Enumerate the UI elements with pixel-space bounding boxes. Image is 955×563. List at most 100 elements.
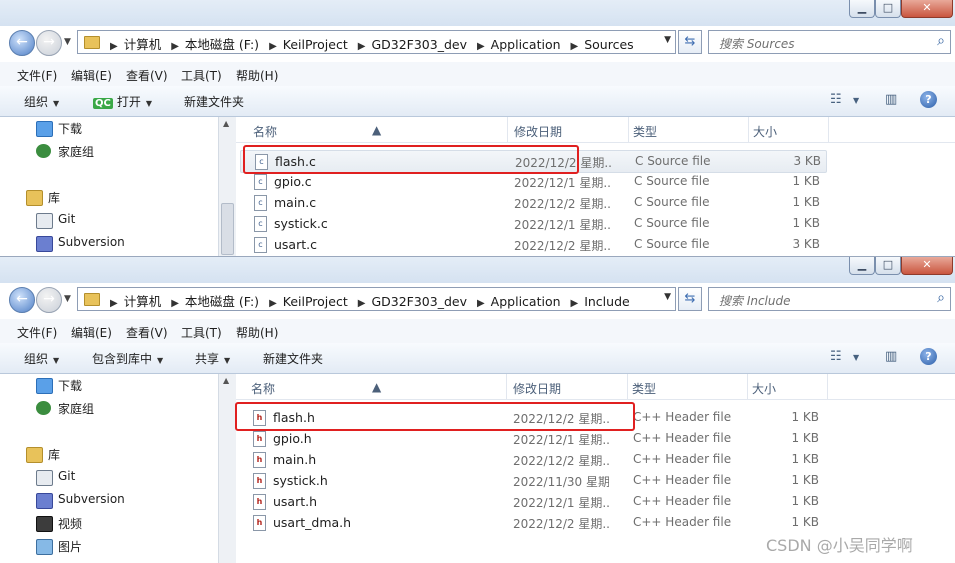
maximize-button[interactable]: □ [875, 0, 901, 18]
menu-file[interactable]: 文件(F) [17, 324, 57, 341]
scroll-thumb[interactable] [221, 203, 234, 255]
view-dropdown-icon[interactable]: ▼ [853, 353, 859, 362]
menu-file[interactable]: 文件(F) [17, 67, 57, 84]
file-size: 3 KB [793, 154, 821, 168]
organize-button[interactable]: 组织 ▼ [24, 350, 59, 367]
file-row[interactable]: c gpio.c 2022/12/1 星期... C Source file 1… [240, 171, 825, 192]
preview-pane-icon[interactable]: ▥ [885, 92, 897, 107]
breadcrumb-current[interactable]: Sources [584, 37, 633, 52]
title-bar[interactable]: ▁ □ ✕ [0, 0, 955, 26]
view-dropdown-icon[interactable]: ▼ [853, 96, 859, 105]
column-date[interactable]: 修改日期 [514, 123, 562, 140]
navigation-row: ← → ▼ ▶ 计算机 ▶ 本地磁盘 (F:) ▶ KeilProject ▶ GD32… [0, 29, 955, 57]
view-options-icon[interactable]: ☷ [830, 349, 842, 364]
breadcrumb-keilproject[interactable]: KeilProject [283, 37, 348, 52]
address-bar[interactable]: ▶ 计算机 ▶ 本地磁盘 (F:) ▶ KeilProject ▶ GD32F303_d… [77, 287, 676, 311]
file-type: C++ Header file [633, 410, 732, 424]
breadcrumb-drive[interactable]: 本地磁盘 (F:) [185, 294, 259, 309]
organize-button[interactable]: 组织 ▼ [24, 93, 59, 110]
menu-tools[interactable]: 工具(T) [181, 67, 222, 84]
column-size[interactable]: 大小 [753, 123, 777, 140]
column-divider[interactable] [828, 117, 829, 142]
nav-scrollbar[interactable]: ▲ [218, 117, 237, 256]
refresh-button[interactable]: ⇆ [678, 287, 702, 311]
file-row[interactable]: c usart.c 2022/12/2 星期... C Source file … [240, 234, 825, 255]
recent-pages-dropdown-icon[interactable]: ▼ [64, 294, 71, 304]
close-button[interactable]: ✕ [901, 0, 953, 18]
address-dropdown-icon[interactable]: ▼ [664, 292, 671, 302]
back-button[interactable]: ← [9, 287, 35, 313]
c-file-icon: c [254, 237, 267, 253]
back-button[interactable]: ← [9, 30, 35, 56]
new-folder-button[interactable]: 新建文件夹 [263, 350, 323, 367]
file-row[interactable]: h systick.h 2022/11/30 星期... C++ Header … [239, 470, 824, 491]
column-divider[interactable] [507, 117, 508, 142]
minimize-button[interactable]: ▁ [849, 257, 875, 275]
share-button[interactable]: 共享 ▼ [195, 350, 230, 367]
scroll-up-icon[interactable]: ▲ [223, 119, 229, 128]
menu-edit[interactable]: 编辑(E) [71, 67, 112, 84]
minimize-button[interactable]: ▁ [849, 0, 875, 18]
forward-button[interactable]: → [36, 287, 62, 313]
menu-view[interactable]: 查看(V) [126, 324, 168, 341]
c-file-icon: c [254, 216, 267, 232]
menu-tools[interactable]: 工具(T) [181, 324, 222, 341]
file-row[interactable]: h gpio.h 2022/12/1 星期... C++ Header file… [239, 428, 824, 449]
menu-help[interactable]: 帮助(H) [236, 67, 278, 84]
recent-pages-dropdown-icon[interactable]: ▼ [64, 37, 71, 47]
close-button[interactable]: ✕ [901, 257, 953, 275]
help-icon[interactable]: ? [920, 348, 937, 365]
breadcrumb-gd32[interactable]: GD32F303_dev [371, 294, 467, 309]
view-options-icon[interactable]: ☷ [830, 92, 842, 107]
column-type[interactable]: 类型 [633, 123, 657, 140]
address-bar[interactable]: ▶ 计算机 ▶ 本地磁盘 (F:) ▶ KeilProject ▶ GD32F303_d… [77, 30, 676, 54]
column-divider[interactable] [506, 374, 507, 399]
column-name[interactable]: 名称 [253, 123, 277, 140]
menu-view[interactable]: 查看(V) [126, 67, 168, 84]
breadcrumb-application[interactable]: Application [491, 37, 561, 52]
breadcrumb-computer[interactable]: 计算机 [124, 294, 162, 309]
search-icon[interactable]: ⌕ [937, 290, 945, 306]
menu-help[interactable]: 帮助(H) [236, 324, 278, 341]
column-divider[interactable] [627, 374, 628, 399]
breadcrumb-computer[interactable]: 计算机 [124, 37, 162, 52]
maximize-button[interactable]: □ [875, 257, 901, 275]
chevron-right-icon: ▶ [570, 298, 579, 309]
file-date: 2022/12/1 星期... [514, 218, 610, 232]
new-folder-button[interactable]: 新建文件夹 [184, 93, 244, 110]
breadcrumb-current[interactable]: Include [584, 294, 630, 309]
column-type[interactable]: 类型 [632, 380, 656, 397]
include-in-library-button[interactable]: 包含到库中 ▼ [92, 350, 163, 367]
breadcrumb-application[interactable]: Application [491, 294, 561, 309]
address-dropdown-icon[interactable]: ▼ [664, 35, 671, 45]
refresh-button[interactable]: ⇆ [678, 30, 702, 54]
file-row[interactable]: h usart.h 2022/12/1 星期... C++ Header fil… [239, 491, 824, 512]
scroll-up-icon[interactable]: ▲ [223, 376, 229, 385]
breadcrumb-keilproject[interactable]: KeilProject [283, 294, 348, 309]
search-input[interactable]: 搜索 Include ⌕ [708, 287, 951, 311]
library-icon [26, 190, 43, 206]
forward-button[interactable]: → [36, 30, 62, 56]
column-divider[interactable] [748, 117, 749, 142]
search-input[interactable]: 搜索 Sources ⌕ [708, 30, 951, 54]
column-divider[interactable] [628, 117, 629, 142]
file-row[interactable]: h usart_dma.h 2022/12/2 星期... C++ Header… [239, 512, 824, 533]
column-date[interactable]: 修改日期 [513, 380, 561, 397]
column-name[interactable]: 名称 [251, 380, 275, 397]
search-icon[interactable]: ⌕ [937, 33, 945, 49]
preview-pane-icon[interactable]: ▥ [885, 349, 897, 364]
column-divider[interactable] [747, 374, 748, 399]
breadcrumb-drive[interactable]: 本地磁盘 (F:) [185, 37, 259, 52]
file-row[interactable]: h main.h 2022/12/2 星期... C++ Header file… [239, 449, 824, 470]
file-row[interactable]: c systick.c 2022/12/1 星期... C Source fil… [240, 213, 825, 234]
help-icon[interactable]: ? [920, 91, 937, 108]
nav-scrollbar[interactable]: ▲ [218, 374, 237, 563]
open-button[interactable]: QC 打开 ▼ [93, 93, 152, 110]
file-type: C Source file [634, 237, 710, 251]
breadcrumb-gd32[interactable]: GD32F303_dev [371, 37, 467, 52]
column-divider[interactable] [827, 374, 828, 399]
title-bar[interactable]: ▁ □ ✕ [0, 257, 955, 283]
menu-edit[interactable]: 编辑(E) [71, 324, 112, 341]
column-size[interactable]: 大小 [752, 380, 776, 397]
file-row[interactable]: c main.c 2022/12/2 星期... C Source file 1… [240, 192, 825, 213]
